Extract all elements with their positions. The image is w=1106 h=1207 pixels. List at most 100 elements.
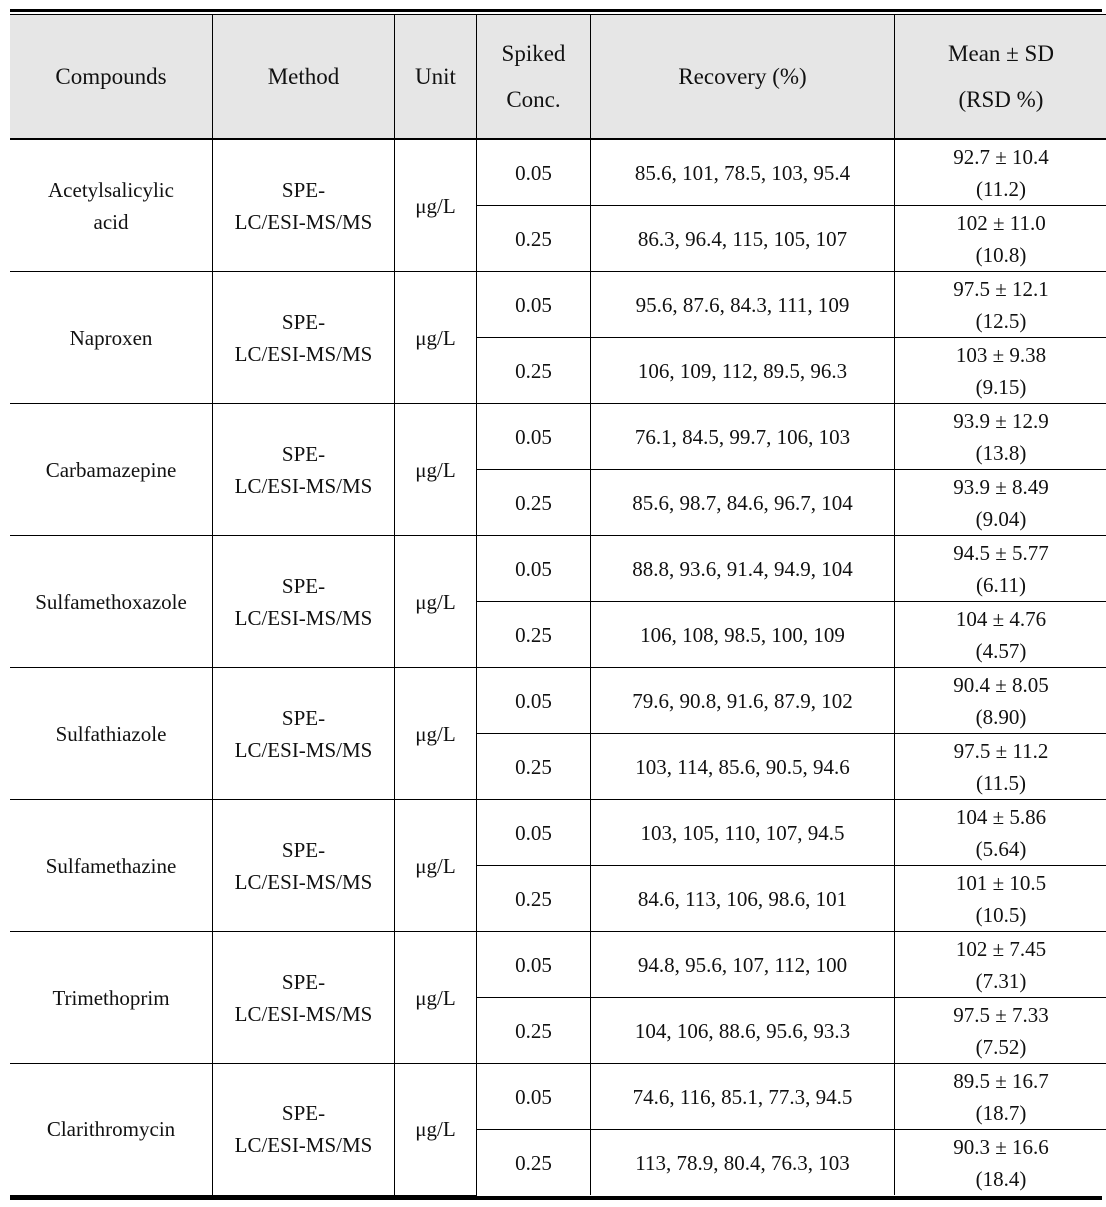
method-cell: SPE- LC/ESI-MS/MS (212, 535, 395, 668)
mean-sd-value: 102 ± 7.45 (955, 936, 1047, 961)
spiked-conc-cell: 0.05 (476, 667, 591, 734)
table-row: Sulfamethazine SPE- LC/ESI-MS/MS μg/L 0.05 10… (10, 799, 1106, 932)
method-line2: LC/ESI-MS/MS (234, 1133, 373, 1158)
compound-cell: Clarithromycin (10, 1063, 213, 1196)
unit-cell: μg/L (394, 799, 477, 932)
compound-name-line1: Clarithromycin (46, 1117, 176, 1142)
recovery-values-cell: 95.6, 87.6, 84.3, 111, 109 (590, 271, 895, 338)
spiked-conc-cell: 0.25 (476, 205, 591, 272)
table-row: Sulfamethoxazole SPE- LC/ESI-MS/MS μg/L 0.05… (10, 535, 1106, 668)
recovery-values-cell: 74.6, 116, 85.1, 77.3, 94.5 (590, 1063, 895, 1130)
unit-cell: μg/L (394, 271, 477, 404)
mean-sd-value: 89.5 ± 16.7 (953, 1068, 1049, 1093)
spiked-conc-cell: 0.05 (476, 799, 591, 866)
spiked-conc-cell: 0.25 (476, 601, 591, 668)
compound-name-line2: acid (93, 209, 129, 234)
method-cell: SPE- LC/ESI-MS/MS (212, 1063, 395, 1196)
table-row: Sulfathiazole SPE- LC/ESI-MS/MS μg/L 0.05 79.… (10, 667, 1106, 800)
recovery-values-cell: 94.8, 95.6, 107, 112, 100 (590, 931, 895, 998)
mean-sd-cell: 89.5 ± 16.7 (18.7) (894, 1063, 1106, 1130)
compound-name-line1: Sulfamethazine (45, 853, 177, 878)
spiked-conc-cell: 0.05 (476, 403, 591, 470)
mean-sd-cell: 102 ± 7.45 (7.31) (894, 931, 1106, 998)
rsd-value: (12.5) (975, 308, 1027, 333)
recovery-values-cell: 85.6, 98.7, 84.6, 96.7, 104 (590, 469, 895, 536)
method-line2: LC/ESI-MS/MS (234, 1001, 373, 1026)
mean-sd-cell: 104 ± 4.76 (4.57) (894, 601, 1106, 668)
rsd-value: (7.31) (975, 968, 1027, 993)
compound-cell: Carbamazepine (10, 403, 213, 536)
spiked-conc-cell: 0.05 (476, 271, 591, 338)
header-unit: Unit (394, 14, 477, 140)
method-line1: SPE- (281, 1101, 326, 1126)
method-line1: SPE- (281, 177, 326, 202)
method-line1: SPE- (281, 309, 326, 334)
rsd-value: (7.52) (975, 1034, 1027, 1059)
mean-sd-value: 97.5 ± 7.33 (953, 1002, 1049, 1027)
mean-sd-value: 90.3 ± 16.6 (953, 1134, 1049, 1159)
mean-sd-cell: 93.9 ± 12.9 (13.8) (894, 403, 1106, 470)
method-line2: LC/ESI-MS/MS (234, 605, 373, 630)
mean-sd-cell: 93.9 ± 8.49 (9.04) (894, 469, 1106, 536)
method-cell: SPE- LC/ESI-MS/MS (212, 931, 395, 1064)
unit-cell: μg/L (394, 1063, 477, 1196)
rsd-value: (8.90) (975, 704, 1027, 729)
mean-sd-value: 103 ± 9.38 (955, 342, 1047, 367)
compound-cell: Sulfamethoxazole (10, 535, 213, 668)
unit-cell: μg/L (394, 535, 477, 668)
spiked-conc-cell: 0.25 (476, 469, 591, 536)
recovery-table: Compounds Method Unit Spiked Conc. Recov… (10, 14, 1106, 1196)
mean-sd-value: 101 ± 10.5 (955, 870, 1047, 895)
rsd-value: (18.4) (975, 1166, 1027, 1191)
header-spiked-line2: Conc. (506, 86, 561, 112)
mean-sd-cell: 104 ± 5.86 (5.64) (894, 799, 1106, 866)
mean-sd-value: 90.4 ± 8.05 (953, 672, 1049, 697)
recovery-values-cell: 103, 114, 85.6, 90.5, 94.6 (590, 733, 895, 800)
method-cell: SPE- LC/ESI-MS/MS (212, 403, 395, 536)
mean-sd-cell: 102 ± 11.0 (10.8) (894, 205, 1106, 272)
mean-sd-cell: 92.7 ± 10.4 (11.2) (894, 138, 1106, 206)
mean-sd-value: 102 ± 11.0 (956, 210, 1046, 235)
compound-cell: Trimethoprim (10, 931, 213, 1064)
spiked-conc-cell: 0.05 (476, 535, 591, 602)
method-line2: LC/ESI-MS/MS (234, 473, 373, 498)
recovery-values-cell: 106, 109, 112, 89.5, 96.3 (590, 337, 895, 404)
mean-sd-value: 97.5 ± 12.1 (953, 276, 1049, 301)
table-top-rule (10, 9, 1102, 12)
recovery-values-cell: 113, 78.9, 80.4, 76.3, 103 (590, 1129, 895, 1195)
mean-sd-cell: 103 ± 9.38 (9.15) (894, 337, 1106, 404)
rsd-value: (9.15) (975, 374, 1027, 399)
rsd-value: (18.7) (975, 1100, 1027, 1125)
mean-sd-value: 104 ± 5.86 (955, 804, 1047, 829)
recovery-values-cell: 76.1, 84.5, 99.7, 106, 103 (590, 403, 895, 470)
method-line2: LC/ESI-MS/MS (234, 209, 373, 234)
compound-cell: Acetylsalicylic acid (10, 138, 213, 272)
header-mean-line1: Mean ± SD (948, 40, 1054, 66)
header-mean-sd: Mean ± SD (RSD %) (894, 14, 1106, 140)
recovery-values-cell: 85.6, 101, 78.5, 103, 95.4 (590, 138, 895, 206)
mean-sd-cell: 94.5 ± 5.77 (6.11) (894, 535, 1106, 602)
table-bottom-rule (10, 1195, 1102, 1200)
header-mean-line2: (RSD %) (958, 86, 1044, 112)
compound-name-line1: Trimethoprim (52, 985, 170, 1010)
method-cell: SPE- LC/ESI-MS/MS (212, 667, 395, 800)
table-row: Acetylsalicylic acid SPE- LC/ESI-MS/MS μg/L 0… (10, 138, 1106, 272)
table-row: Trimethoprim SPE- LC/ESI-MS/MS μg/L 0.05 94.8… (10, 931, 1106, 1064)
recovery-values-cell: 79.6, 90.8, 91.6, 87.9, 102 (590, 667, 895, 734)
mean-sd-value: 97.5 ± 11.2 (953, 738, 1049, 763)
method-line1: SPE- (281, 573, 326, 598)
rsd-value: (11.2) (976, 176, 1026, 201)
spiked-conc-cell: 0.25 (476, 733, 591, 800)
rsd-value: (10.8) (975, 242, 1027, 267)
compound-name-line1: Sulfathiazole (55, 721, 167, 746)
unit-cell: μg/L (394, 667, 477, 800)
compound-name-line1: Acetylsalicylic (48, 177, 174, 202)
recovery-values-cell: 88.8, 93.6, 91.4, 94.9, 104 (590, 535, 895, 602)
spiked-conc-cell: 0.05 (476, 931, 591, 998)
header-spiked-line1: Spiked (501, 40, 566, 66)
mean-sd-cell: 97.5 ± 12.1 (12.5) (894, 271, 1106, 338)
rsd-value: (10.5) (975, 902, 1027, 927)
table-row: Clarithromycin SPE- LC/ESI-MS/MS μg/L 0.05 74… (10, 1063, 1106, 1196)
mean-sd-value: 104 ± 4.76 (955, 606, 1047, 631)
recovery-values-cell: 84.6, 113, 106, 98.6, 101 (590, 865, 895, 932)
